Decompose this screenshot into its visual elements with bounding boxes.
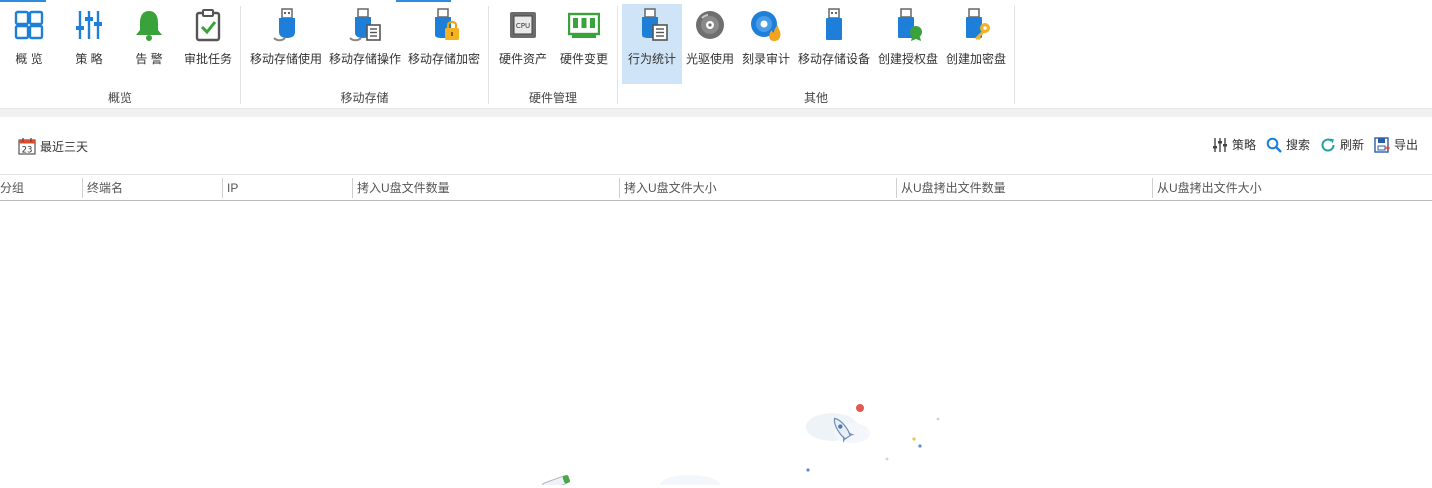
disc-icon [696,11,724,39]
hardware-asset-button[interactable]: CPU 硬件资产 [495,4,551,84]
memory-board-icon [568,12,600,38]
cpu-icon: CPU [510,12,536,38]
calendar-day: 23 [22,146,33,156]
burn-audit-button[interactable]: 刻录审计 [738,4,794,84]
policy-sliders-icon [76,11,102,39]
refresh-label: 刷新 [1339,138,1364,152]
content-toolbar: 23 最近三天 策略 搜索 刷新 导出 [0,117,1432,173]
overview-grid-icon [14,10,44,40]
usb-device-icon [826,8,842,40]
ribbon-group-hardware: CPU 硬件资产 硬件变更 硬件管理 [489,0,617,106]
policy-action-button[interactable]: 策略 [1212,136,1256,153]
toolbar-actions: 策略 搜索 刷新 导出 [1202,136,1418,153]
usb-key-icon [966,8,990,40]
sliders-icon [1212,137,1227,152]
table-body-empty [0,201,1432,488]
create-encrypted-disk-button[interactable]: 创建加密盘 [944,4,1008,84]
refresh-button[interactable]: 刷新 [1320,136,1364,153]
column-header-copy-in-size[interactable]: 拷入U盘文件大小 [620,175,896,201]
usb-authorize-icon [898,8,922,41]
usb-encrypt-icon [435,8,459,40]
hardware-change-label: 硬件变更 [559,52,608,66]
behavior-statistics-label: 行为统计 [627,52,676,66]
usb-operation-icon [349,8,381,42]
group-divider [1014,6,1015,104]
create-encrypted-disk-label: 创建加密盘 [945,52,1006,66]
approval-clipboard-icon [195,9,221,42]
export-button[interactable]: 导出 [1374,136,1418,153]
export-label: 导出 [1393,138,1418,152]
overview-label: 概 览 [15,52,43,66]
usb-use-icon [273,8,295,42]
create-authorized-disk-button[interactable]: 创建授权盘 [876,4,940,84]
hardware-change-button[interactable]: 硬件变更 [555,4,613,84]
burn-audit-label: 刻录审计 [741,52,790,66]
ribbon-bottom-strip [0,109,1432,117]
usb-statistics-icon [642,8,668,41]
search-icon [1266,137,1282,153]
search-button[interactable]: 搜索 [1266,136,1310,153]
export-icon [1374,136,1390,153]
column-header-copy-out-size[interactable]: 从U盘拷出文件大小 [1153,175,1432,201]
group-label-removable-storage: 移动存储 [340,91,389,105]
group-label-overview: 概览 [107,91,132,105]
policy-button[interactable]: 策 略 [64,4,114,84]
hardware-asset-label: 硬件资产 [498,52,547,66]
ribbon-group-overview: 概 览 策 略 告 警 审批任务 概览 [0,0,240,106]
usb-device-label: 移动存储设备 [797,52,870,66]
approval-task-label: 审批任务 [183,52,232,66]
calendar-icon: 23 [18,138,36,156]
behavior-statistics-button[interactable]: 行为统计 [622,4,682,84]
alarm-label: 告 警 [135,52,163,66]
ribbon-group-other: 行为统计 光驱使用 刻录审计 移动存储设备 创建授权盘 创建加密盘 其他 [618,0,1014,106]
usb-device-button[interactable]: 移动存储设备 [794,4,874,84]
ribbon-group-removable-storage: 移动存储使用 移动存储操作 移动存储加密 移动存储 [241,0,488,106]
group-label-hardware: 硬件管理 [528,91,577,105]
disc-burn-icon [751,11,781,41]
alarm-bell-icon [136,11,162,41]
usb-operation-label: 移动存储操作 [328,52,401,66]
empty-state-illustration [541,404,940,488]
refresh-icon [1321,138,1335,152]
policy-label: 策 略 [75,52,103,66]
column-header-ip[interactable]: IP [223,175,352,201]
date-range-label: 最近三天 [40,139,89,154]
usb-encrypt-label: 移动存储加密 [407,52,480,66]
column-header-copy-in-count[interactable]: 拷入U盘文件数量 [353,175,619,201]
optical-drive-label: 光驱使用 [685,52,734,66]
column-header-group[interactable]: 分组 [0,175,82,201]
group-label-other: 其他 [803,91,828,105]
approval-task-button[interactable]: 审批任务 [180,4,236,84]
usb-operation-button[interactable]: 移动存储操作 [327,4,403,84]
search-label: 搜索 [1285,138,1310,152]
column-header-terminal-name[interactable]: 终端名 [83,175,222,201]
column-header-copy-out-count[interactable]: 从U盘拷出文件数量 [897,175,1152,201]
policy-action-label: 策略 [1231,138,1256,152]
ribbon-toolbar: 概 览 策 略 告 警 审批任务 概览 移动存储使用 移动存储操作 移动存储加密… [0,0,1432,109]
overview-button[interactable]: 概 览 [4,4,54,84]
usb-encrypt-button[interactable]: 移动存储加密 [405,4,483,84]
date-range-selector[interactable]: 23 最近三天 [18,137,88,155]
svg-text:CPU: CPU [516,22,530,30]
table-header: 分组 终端名 IP 拷入U盘文件数量 拷入U盘文件大小 从U盘拷出文件数量 从U… [0,174,1432,201]
alarm-button[interactable]: 告 警 [124,4,174,84]
optical-drive-button[interactable]: 光驱使用 [682,4,738,84]
create-authorized-disk-label: 创建授权盘 [877,52,938,66]
usb-use-button[interactable]: 移动存储使用 [245,4,327,84]
usb-use-label: 移动存储使用 [249,52,322,66]
